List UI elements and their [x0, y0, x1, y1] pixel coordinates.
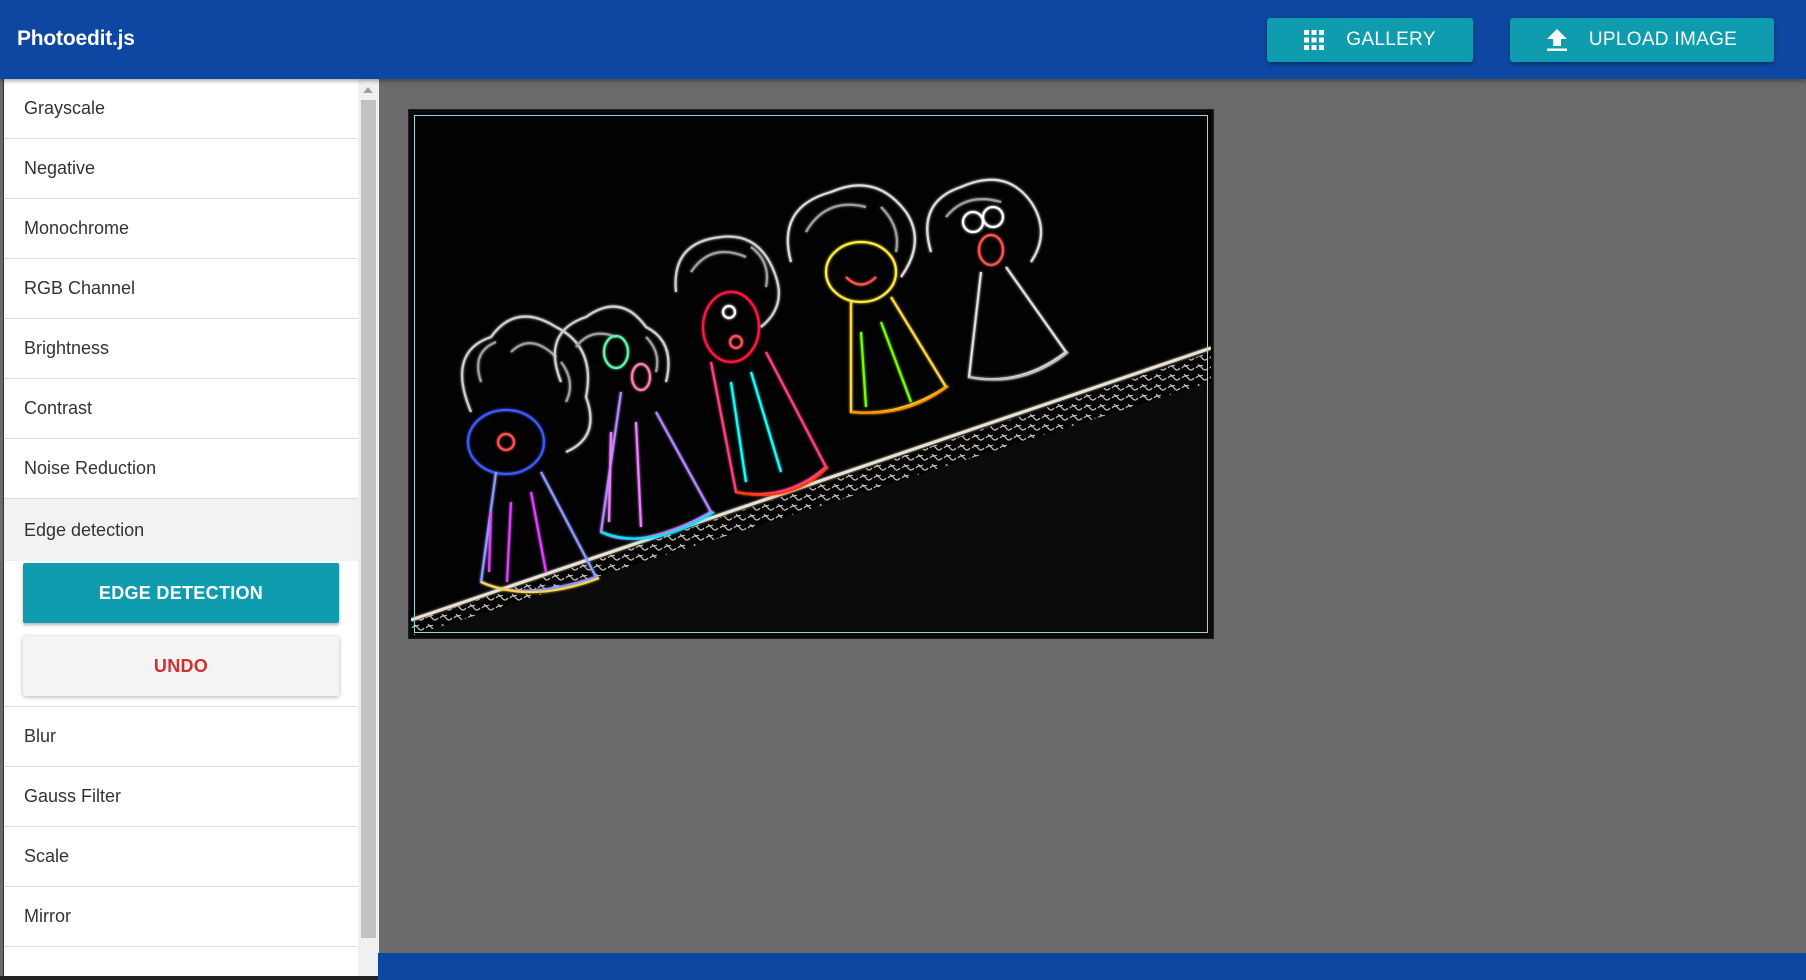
menu-item-label: Negative — [24, 158, 96, 178]
gallery-button[interactable]: GALLERY — [1267, 18, 1473, 62]
menu-item-monochrome[interactable]: Monochrome — [4, 199, 358, 259]
menu-item-label: Noise Reduction — [24, 458, 157, 478]
sidebar-bottom-edge — [0, 976, 378, 980]
scroll-up-arrow-icon[interactable] — [363, 87, 373, 93]
menu-item-label: Grayscale — [24, 98, 106, 118]
menu-item-negative[interactable]: Negative — [4, 139, 358, 199]
upload-image-label: UPLOAD IMAGE — [1588, 29, 1738, 50]
image-canvas[interactable] — [409, 110, 1213, 638]
menu-item-rgb-channel[interactable]: RGB Channel — [4, 259, 358, 319]
menu-item-mirror[interactable]: Mirror — [4, 887, 358, 947]
edge-detection-button[interactable]: EDGE DETECTION — [23, 563, 339, 623]
menu-item-edge-detection[interactable]: Edge detection — [4, 499, 358, 561]
menu-item-brightness[interactable]: Brightness — [4, 319, 358, 379]
menu-item-label: Contrast — [24, 398, 93, 418]
sidebar-scrollbar[interactable] — [358, 79, 379, 976]
menu-item-label: RGB Channel — [24, 278, 136, 298]
filters-menu: Grayscale Negative Monochrome RGB Channel Br… — [4, 79, 358, 947]
menu-item-label: Mirror — [24, 906, 71, 926]
app-title: Photoedit.js — [17, 27, 135, 50]
bottom-bar — [378, 953, 1806, 980]
menu-item-label: Scale — [24, 846, 70, 866]
menu-item-label: Brightness — [24, 338, 110, 358]
menu-item-label: Monochrome — [24, 218, 130, 238]
menu-item-contrast[interactable]: Contrast — [4, 379, 358, 439]
menu-item-label: Edge detection — [24, 519, 145, 540]
scroll-thumb[interactable] — [361, 100, 376, 938]
canvas-border — [414, 115, 1208, 633]
filters-sidebar: Grayscale Negative Monochrome RGB Channel Br… — [3, 79, 379, 976]
menu-item-noise-reduction[interactable]: Noise Reduction — [4, 439, 358, 499]
menu-item-label: Gauss Filter — [24, 786, 122, 806]
app-bar: Photoedit.js GALLERY UPLOAD IMAGE — [0, 0, 1806, 79]
upload-image-button[interactable]: UPLOAD IMAGE — [1510, 18, 1774, 62]
gallery-label: GALLERY — [1346, 29, 1436, 50]
menu-item-label: Blur — [24, 726, 57, 746]
menu-item-gauss-filter[interactable]: Gauss Filter — [4, 767, 358, 827]
menu-item-grayscale[interactable]: Grayscale — [4, 79, 358, 139]
menu-item-blur[interactable]: Blur — [4, 707, 358, 767]
menu-item-scale[interactable]: Scale — [4, 827, 358, 887]
edge-detection-panel: EDGE DETECTION UNDO — [4, 563, 358, 707]
grid-icon — [1304, 30, 1325, 50]
undo-button[interactable]: UNDO — [23, 636, 339, 696]
upload-icon — [1546, 29, 1567, 51]
